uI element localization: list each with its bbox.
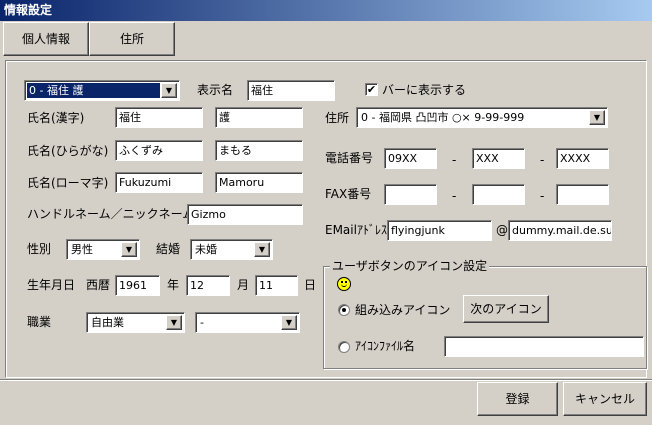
address-select[interactable]: 0 - 福岡県 凸凹市 ○× 9-99-999 ▼ [356,107,608,128]
birth-era-label: 西暦 [86,278,111,292]
gender-select-value: 男性 [71,243,93,256]
gender-select[interactable]: 男性 ▼ [66,239,140,260]
occupation-sub-select[interactable]: - ▼ [195,312,300,333]
icon-file-input[interactable] [444,336,644,357]
birth-label: 生年月日 [27,278,76,292]
fax-part2-input[interactable] [472,184,525,205]
fax-part3-input[interactable] [556,184,609,205]
birth-month-unit: 月 [237,278,250,292]
show-in-bar-checkbox[interactable]: ✔ [365,83,378,96]
occupation-select[interactable]: 自由業 ▼ [86,312,185,333]
occupation-label: 職業 [27,315,52,329]
phone-label: 電話番号 [325,151,374,165]
birth-month-input[interactable]: 12 [186,275,230,296]
email-domain-input[interactable]: dummy.mail.de.su [508,220,612,241]
chevron-down-icon[interactable]: ▼ [121,242,137,257]
register-button[interactable]: 登録 [477,382,558,416]
icon-file-radio[interactable] [338,341,350,353]
show-in-bar-label: バーに表示する [382,83,467,97]
occupation-sub-select-value: - [200,316,204,329]
icon-settings-title: ユーザボタンのアイコン設定 [330,259,490,273]
name-kanji-label: 氏名(漢字) [27,111,85,125]
birth-year-input[interactable]: 1961 [115,275,160,296]
next-icon-button[interactable]: 次のアイコン [463,295,549,323]
display-name-label: 表示名 [197,83,234,97]
name-roman-last-input[interactable]: Fukuzumi [115,172,203,193]
chevron-down-icon[interactable]: ▼ [166,315,182,330]
phone-part3-input[interactable]: XXXX [556,148,609,169]
fax-sep1: - [452,189,457,203]
birth-day-unit: 日 [304,278,317,292]
handle-input[interactable]: Gizmo [187,204,303,225]
chevron-down-icon[interactable]: ▼ [589,110,605,125]
name-roman-label: 氏名(ローマ字) [27,176,109,190]
footer-separator [0,379,652,381]
tab-personal-info[interactable]: 個人情報 [3,22,89,56]
smiley-icon [337,277,351,291]
builtin-icon-radio[interactable] [338,304,350,316]
cancel-button[interactable]: キャンセル [563,382,647,416]
profile-select-value: 0 - 福住 護 [27,83,160,98]
display-name-input[interactable]: 福住 [247,80,335,101]
address-label: 住所 [325,111,350,125]
chevron-down-icon[interactable]: ▼ [281,315,297,330]
handle-label: ハンドルネーム／ニックネーム [27,207,195,221]
tab-address[interactable]: 住所 [89,22,175,56]
window-title: 情報設定 [4,3,53,17]
chevron-down-icon[interactable]: ▼ [254,242,270,257]
phone-sep1: - [452,153,457,167]
birth-year-unit: 年 [167,278,180,292]
profile-select[interactable]: 0 - 福住 護 ▼ [24,80,180,101]
address-select-value: 0 - 福岡県 凸凹市 ○× 9-99-999 [361,111,525,124]
fax-part1-input[interactable] [384,184,437,205]
fax-label: FAX番号 [325,187,372,201]
name-roman-first-input[interactable]: Mamoru [215,172,303,193]
phone-sep2: - [540,153,545,167]
name-hiragana-label: 氏名(ひらがな) [27,144,109,158]
email-label: EMailｱﾄﾞﾚｽ [325,223,387,237]
builtin-icon-label: 組み込みアイコン [355,303,451,317]
name-hiragana-last-input[interactable]: ふくずみ [115,140,203,161]
icon-file-label: ｱｲｺﾝﾌｧｲﾙ名 [355,339,416,353]
phone-part2-input[interactable]: XXX [472,148,525,169]
name-kanji-last-input[interactable]: 福住 [115,107,203,128]
phone-part1-input[interactable]: 09XX [384,148,437,169]
email-user-input[interactable]: flyingjunk [387,220,492,241]
gender-label: 性別 [27,242,52,256]
fax-sep2: - [540,189,545,203]
occupation-select-value: 自由業 [91,316,124,329]
chevron-down-icon[interactable]: ▼ [161,83,177,98]
name-hiragana-first-input[interactable]: まもる [215,140,303,161]
email-at: @ [496,223,508,237]
birth-day-input[interactable]: 11 [255,275,298,296]
title-bar: 情報設定 [0,0,652,21]
marriage-select[interactable]: 未婚 ▼ [190,239,273,260]
name-kanji-first-input[interactable]: 護 [215,107,303,128]
radio-dot [342,308,346,312]
marriage-select-value: 未婚 [195,243,217,256]
marriage-label: 結婚 [156,242,181,256]
